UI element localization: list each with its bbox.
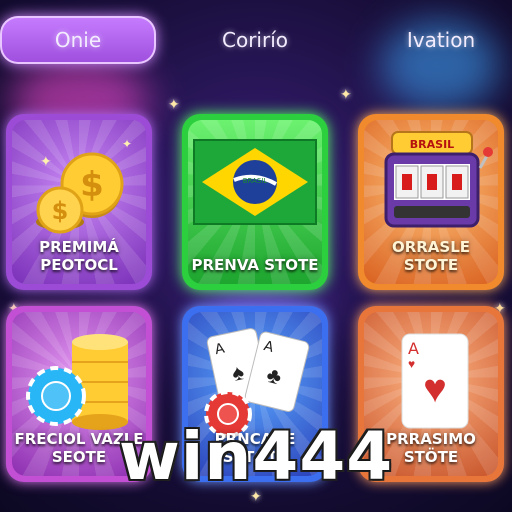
game-card-prenva[interactable]: BRASIL PRENVA STOTE bbox=[182, 114, 328, 290]
svg-text:$: $ bbox=[52, 197, 69, 225]
top-tab-bar: Onie Corirío Ivation bbox=[0, 10, 512, 66]
svg-text:$: $ bbox=[80, 165, 104, 205]
svg-text:✦: ✦ bbox=[40, 153, 52, 169]
game-card-orrasle[interactable]: BRASIL ORRASLE STOTE bbox=[358, 114, 504, 290]
sparkle-icon: ✦ bbox=[168, 96, 180, 112]
slot-machine-icon: BRASIL bbox=[384, 131, 493, 228]
svg-text:♥: ♥ bbox=[423, 367, 447, 411]
svg-text:A: A bbox=[408, 339, 419, 358]
gold-coins-icon: $ $ ✦ ✦ bbox=[36, 137, 132, 234]
game-card-premima[interactable]: $ $ ✦ ✦ PREMIMÁ PEOTOCL bbox=[6, 114, 152, 290]
card-label: PREMIMÁ PEOTOCL bbox=[39, 238, 119, 274]
card-label: PRENVA STOTE bbox=[191, 256, 319, 274]
sparkle-icon: ✦ bbox=[340, 86, 352, 102]
tab-ivation[interactable]: Ivation bbox=[370, 16, 512, 64]
tab-onie[interactable]: Onie bbox=[0, 16, 156, 64]
svg-text:♥: ♥ bbox=[408, 357, 415, 371]
watermark-text: win444 bbox=[118, 418, 394, 495]
slot-sign-text: BRASIL bbox=[410, 138, 454, 151]
svg-text:✦: ✦ bbox=[122, 137, 132, 151]
tab-corirío[interactable]: Corirío bbox=[180, 16, 330, 64]
flag-text: BRASIL bbox=[243, 177, 268, 185]
card-label: ORRASLE STOTE bbox=[391, 238, 471, 274]
brazil-flag-icon: BRASIL bbox=[193, 139, 317, 225]
